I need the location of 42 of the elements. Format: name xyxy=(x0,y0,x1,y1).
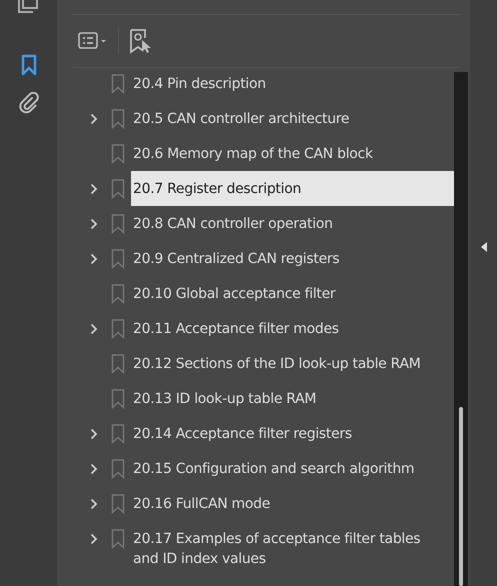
bookmark-icon xyxy=(111,284,125,304)
paperclip-icon[interactable] xyxy=(18,92,38,114)
bookmark-item[interactable]: 20.16 FullCAN mode xyxy=(131,486,454,521)
bookmark-item[interactable]: 20.14 Acceptance filter registers xyxy=(131,416,454,451)
bookmark-icon xyxy=(111,109,125,129)
expand-chevron-icon[interactable] xyxy=(90,182,98,194)
bookmark-icon xyxy=(111,179,125,199)
pages-icon[interactable] xyxy=(18,0,40,14)
bookmark-icon xyxy=(111,424,125,444)
bookmark-item[interactable]: 20.15 Configuration and search algorithm xyxy=(131,451,454,486)
expand-chevron-icon[interactable] xyxy=(90,252,98,264)
bookmark-icon[interactable] xyxy=(20,54,36,76)
bookmark-icon xyxy=(111,214,125,234)
bookmark-item[interactable]: 20.8 CAN controller operation xyxy=(131,206,454,241)
bookmark-item[interactable]: 20.4 Pin description xyxy=(131,66,454,101)
expand-chevron-icon[interactable] xyxy=(90,532,98,544)
bookmark-item[interactable]: 20.10 Global acceptance filter xyxy=(131,276,454,311)
bookmark-item[interactable]: 20.17 Examples of acceptance filter tables and ID index values xyxy=(131,521,454,576)
bookmark-icon xyxy=(111,144,125,164)
expand-chevron-icon[interactable] xyxy=(90,428,98,440)
bookmark-icon xyxy=(111,319,125,339)
bookmark-icon xyxy=(111,249,125,269)
expand-chevron-icon[interactable] xyxy=(90,112,98,124)
bookmark-icon xyxy=(111,74,125,94)
bookmark-icon xyxy=(111,354,125,374)
bookmark-item[interactable]: 20.11 Acceptance filter modes xyxy=(131,311,454,346)
expand-chevron-icon[interactable] xyxy=(90,462,98,474)
expand-chevron-icon[interactable] xyxy=(90,498,98,510)
scrollbar-thumb[interactable] xyxy=(459,407,463,586)
bookmark-icon xyxy=(111,389,125,409)
bookmark-item[interactable]: 20.12 Sections of the ID look-up table RAM xyxy=(131,346,454,381)
bookmark-icon xyxy=(111,529,125,549)
expand-chevron-icon[interactable] xyxy=(90,218,98,230)
bookmark-item[interactable]: 20.5 CAN controller architecture xyxy=(131,101,454,136)
bookmark-icon xyxy=(111,459,125,479)
bookmark-item[interactable]: 20.7 Register description xyxy=(131,171,454,206)
bookmark-item[interactable]: 20.13 ID look-up table RAM xyxy=(131,381,454,416)
bookmark-item[interactable]: 20.9 Centralized CAN registers xyxy=(131,241,454,276)
bookmark-icon xyxy=(111,494,125,514)
collapse-triangle-icon[interactable] xyxy=(480,242,486,252)
bookmark-item[interactable]: 20.6 Memory map of the CAN block xyxy=(131,136,454,171)
expand-chevron-icon[interactable] xyxy=(90,322,98,334)
